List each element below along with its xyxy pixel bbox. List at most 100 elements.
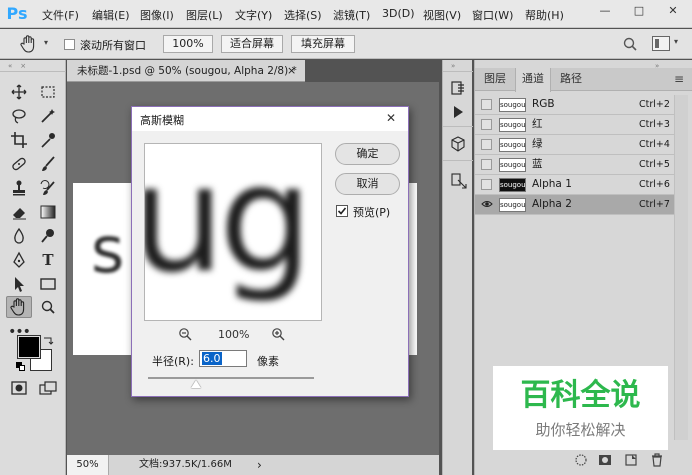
screen-mode-icon[interactable] [37, 378, 59, 398]
canvas-text-layer: s [91, 214, 125, 288]
path-selection-icon[interactable] [8, 274, 30, 294]
menu-edit[interactable]: 编辑(E) [92, 7, 130, 23]
eyedropper-icon[interactable] [37, 130, 59, 150]
scroll-all-windows-checkbox[interactable] [64, 39, 75, 50]
channel-row[interactable]: sougou RGB Ctrl+2 [475, 95, 674, 115]
channel-row[interactable]: sougou Alpha 1 Ctrl+6 [475, 175, 674, 195]
save-selection-channel-icon[interactable] [598, 453, 612, 467]
channel-shortcut: Ctrl+5 [639, 159, 670, 170]
lasso-tool-icon[interactable] [8, 106, 30, 126]
fit-screen-button[interactable]: 适合屏幕 [221, 35, 283, 53]
menu-file[interactable]: 文件(F) [42, 7, 79, 23]
channel-visibility-icon[interactable] [481, 119, 492, 130]
close-window-button[interactable]: ✕ [656, 3, 690, 19]
dodge-tool-icon[interactable] [37, 226, 59, 246]
3d-panel-icon[interactable] [450, 136, 466, 152]
panel-menu-icon[interactable]: ≡ [674, 72, 684, 86]
dialog-close-icon[interactable]: ✕ [386, 111, 396, 125]
radius-slider-thumb[interactable] [191, 380, 202, 388]
channel-visibility-icon[interactable] [481, 99, 492, 110]
workspace-icon[interactable] [652, 36, 670, 51]
actions-play-icon[interactable] [450, 104, 466, 120]
document-tab-close-icon[interactable]: × [287, 60, 296, 82]
healing-brush-icon[interactable] [8, 154, 30, 174]
rectangle-tool-icon[interactable] [37, 274, 59, 294]
cancel-button[interactable]: 取消 [335, 173, 400, 195]
crop-tool-icon[interactable] [8, 130, 30, 150]
radius-slider-track[interactable] [148, 377, 314, 379]
menu-select[interactable]: 选择(S) [284, 7, 322, 23]
channel-visibility-icon[interactable] [481, 139, 492, 150]
clone-stamp-icon[interactable] [8, 178, 30, 198]
menu-type[interactable]: 文字(Y) [235, 7, 272, 23]
ok-button[interactable]: 确定 [335, 143, 400, 165]
channel-row[interactable]: sougou Alpha 2 Ctrl+7 [475, 195, 674, 215]
zoom-tool-icon[interactable] [37, 298, 59, 318]
eraser-tool-icon[interactable] [8, 202, 30, 222]
workspace-dropdown-arrow-icon[interactable]: ▾ [674, 37, 678, 46]
foreground-color-swatch[interactable] [17, 335, 41, 359]
blur-preview[interactable]: ug [144, 143, 322, 321]
hand-tool-preset-icon[interactable] [18, 34, 40, 54]
history-panel-icon[interactable] [450, 80, 466, 96]
swap-colors-icon[interactable] [42, 336, 54, 346]
channel-visibility-icon[interactable] [481, 179, 492, 190]
channel-visibility-icon[interactable] [481, 199, 493, 210]
dialog-titlebar[interactable]: 高斯模糊 ✕ [132, 107, 408, 131]
menu-bar: Ps 文件(F) 编辑(E) 图像(I) 图层(L) 文字(Y) 选择(S) 滤… [0, 0, 692, 28]
zoom-in-icon[interactable] [271, 327, 285, 341]
menu-image[interactable]: 图像(I) [140, 7, 174, 23]
status-menu-arrow-icon[interactable]: › [257, 455, 262, 475]
menu-view[interactable]: 视图(V) [423, 7, 461, 23]
menu-3d[interactable]: 3D(D) [382, 7, 415, 20]
panel-icon-strip: » [442, 60, 473, 475]
menu-help[interactable]: 帮助(H) [525, 7, 564, 23]
new-channel-icon[interactable] [624, 453, 638, 467]
quick-mask-icon[interactable] [8, 378, 30, 398]
type-tool-icon[interactable]: T [37, 250, 59, 270]
channel-visibility-icon[interactable] [481, 159, 492, 170]
tab-channels[interactable]: 通道 [515, 68, 551, 92]
preview-label: 预览(P) [353, 206, 391, 219]
channel-list-scrollbar[interactable] [674, 95, 688, 440]
brush-tool-icon[interactable] [37, 154, 59, 174]
delete-channel-icon[interactable] [650, 453, 664, 467]
channel-row[interactable]: sougou 蓝 Ctrl+5 [475, 155, 674, 175]
history-brush-icon[interactable] [37, 178, 59, 198]
default-colors-icon[interactable] [16, 362, 26, 372]
menu-layer[interactable]: 图层(L) [186, 7, 223, 23]
preview-checkbox[interactable] [336, 205, 348, 217]
pen-tool-icon[interactable] [8, 250, 30, 270]
maximize-button[interactable]: □ [622, 3, 656, 19]
hand-tool-icon[interactable] [6, 296, 32, 318]
channel-row[interactable]: sougou 红 Ctrl+3 [475, 115, 674, 135]
channel-name: RGB [532, 98, 555, 110]
gradient-tool-icon[interactable] [37, 202, 59, 222]
rectangular-marquee-icon[interactable] [37, 82, 59, 102]
radius-input[interactable]: 6.0 [199, 350, 247, 367]
preview-text: ug [144, 143, 313, 305]
channel-thumbnail: sougou [499, 138, 526, 152]
toolbar-collapse-icon[interactable]: «× [8, 62, 34, 70]
channel-row[interactable]: sougou 绿 Ctrl+4 [475, 135, 674, 155]
channel-name: 红 [532, 118, 543, 130]
watermark-subtitle: 助你轻松解决 [535, 421, 626, 439]
menu-window[interactable]: 窗口(W) [472, 7, 513, 23]
status-zoom-field[interactable]: 50% [67, 455, 109, 475]
strip-collapse-icon[interactable]: » [451, 62, 455, 70]
search-icon[interactable] [621, 35, 639, 53]
document-tab[interactable]: 未标题-1.psd @ 50% (sougou, Alpha 2/8) * × [67, 60, 305, 82]
zoom-out-icon[interactable] [178, 327, 192, 341]
load-channel-selection-icon[interactable] [574, 453, 588, 467]
preset-dropdown-arrow-icon[interactable]: ▾ [44, 38, 48, 47]
magic-wand-icon[interactable] [37, 106, 59, 126]
blur-tool-icon[interactable] [8, 226, 30, 246]
menu-filter[interactable]: 滤镜(T) [333, 7, 370, 23]
fill-screen-button[interactable]: 填充屏幕 [291, 35, 355, 53]
zoom-100-button[interactable]: 100% [163, 35, 213, 53]
minimize-button[interactable]: — [588, 3, 622, 19]
properties-panel-icon[interactable] [450, 172, 468, 190]
tab-paths[interactable]: 路径 [555, 68, 587, 90]
move-tool-icon[interactable] [8, 82, 30, 102]
tab-layers[interactable]: 图层 [479, 68, 511, 90]
